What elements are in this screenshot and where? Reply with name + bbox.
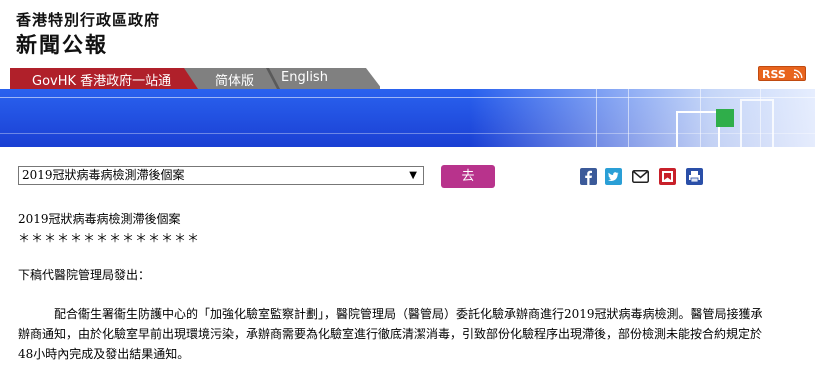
bookmark-icon[interactable] bbox=[659, 168, 676, 185]
govhk-label: GovHK 香港政府一站通 bbox=[32, 74, 172, 89]
go-button[interactable]: 去 bbox=[441, 165, 495, 188]
header-banner bbox=[0, 89, 815, 147]
article-select-value: 2019冠狀病毒病檢測滯後個案 bbox=[22, 168, 185, 182]
twitter-icon[interactable] bbox=[605, 168, 622, 185]
site-header: 香港特別行政區政府 新聞公報 bbox=[0, 0, 815, 68]
article-select[interactable]: 2019冠狀病毒病檢測滯後個案 ▼ bbox=[18, 166, 424, 185]
simplified-chinese-link[interactable]: 简体版 bbox=[215, 70, 254, 89]
email-icon[interactable] bbox=[632, 168, 649, 185]
article-title: 2019冠狀病毒病檢測滯後個案 bbox=[18, 212, 181, 226]
facebook-icon[interactable] bbox=[580, 168, 597, 185]
rss-button[interactable]: RSS bbox=[758, 66, 806, 81]
building-outline bbox=[676, 111, 720, 147]
article-byline: 下稿代醫院管理局發出： bbox=[18, 268, 151, 282]
english-link[interactable]: English bbox=[281, 70, 328, 85]
nav-bar: GovHK 香港政府一站通 简体版 English bbox=[0, 68, 815, 89]
rss-label: RSS bbox=[762, 68, 786, 81]
govhk-link[interactable]: GovHK 香港政府一站通 bbox=[10, 68, 198, 89]
chevron-down-icon: ▼ bbox=[409, 170, 417, 181]
rss-icon bbox=[793, 69, 803, 79]
print-icon[interactable] bbox=[686, 168, 703, 185]
article-body: 配合衞生署衞生防護中心的「加強化驗室監察計劃」，醫院管理局（醫管局）委託化驗承辦… bbox=[18, 307, 763, 361]
title-separator: ＊＊＊＊＊＊＊＊＊＊＊＊＊＊ bbox=[18, 231, 201, 245]
government-name: 香港特別行政區政府 bbox=[16, 11, 161, 29]
press-release-title: 新聞公報 bbox=[16, 33, 108, 57]
banner-green-block bbox=[716, 109, 734, 127]
